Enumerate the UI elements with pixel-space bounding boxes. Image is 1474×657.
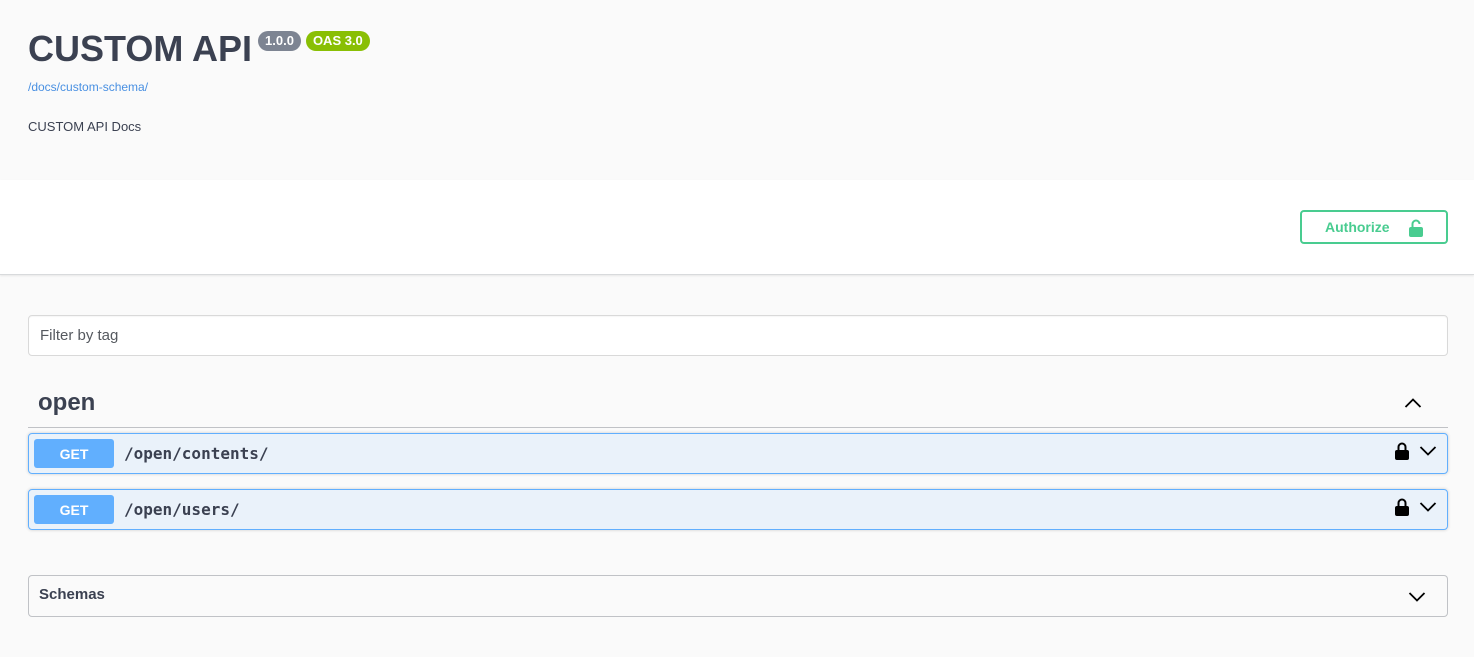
operation-get-open-contents[interactable]: GET /open/contents/ <box>28 433 1448 474</box>
lock-icon[interactable] <box>1395 442 1409 460</box>
chevron-up-icon[interactable] <box>1404 397 1422 409</box>
filter-by-tag-input[interactable] <box>28 315 1448 356</box>
api-description: CUSTOM API Docs <box>28 119 142 134</box>
operation-path: /open/contents/ <box>124 444 269 463</box>
operation-get-open-users[interactable]: GET /open/users/ <box>28 489 1448 530</box>
schemas-title: Schemas <box>39 585 105 603</box>
title-row: CUSTOM API 1.0.0 OAS 3.0 <box>28 30 1448 68</box>
method-badge: GET <box>34 495 114 524</box>
chevron-down-icon[interactable] <box>1419 445 1437 457</box>
chevron-down-icon[interactable] <box>1419 501 1437 513</box>
chevron-down-icon[interactable] <box>1408 591 1426 603</box>
operation-path: /open/users/ <box>124 500 240 519</box>
tag-section-open[interactable]: open <box>28 378 1448 428</box>
unlocked-icon <box>1409 219 1423 240</box>
api-title: CUSTOM API <box>28 28 253 69</box>
lock-icon[interactable] <box>1395 498 1409 516</box>
api-info: CUSTOM API 1.0.0 OAS 3.0 /docs/custom-sc… <box>28 30 1448 134</box>
version-badge: 1.0.0 <box>258 31 301 51</box>
tag-name: open <box>38 388 96 416</box>
method-badge: GET <box>34 439 114 468</box>
schemas-section[interactable]: Schemas <box>28 575 1448 617</box>
schema-url-link[interactable]: /docs/custom-schema/ <box>28 80 1448 94</box>
oas-badge: OAS 3.0 <box>305 31 370 51</box>
authorize-button[interactable]: Authorize <box>1300 210 1448 244</box>
scheme-container: Authorize <box>0 180 1474 275</box>
authorize-label: Authorize <box>1325 219 1390 235</box>
